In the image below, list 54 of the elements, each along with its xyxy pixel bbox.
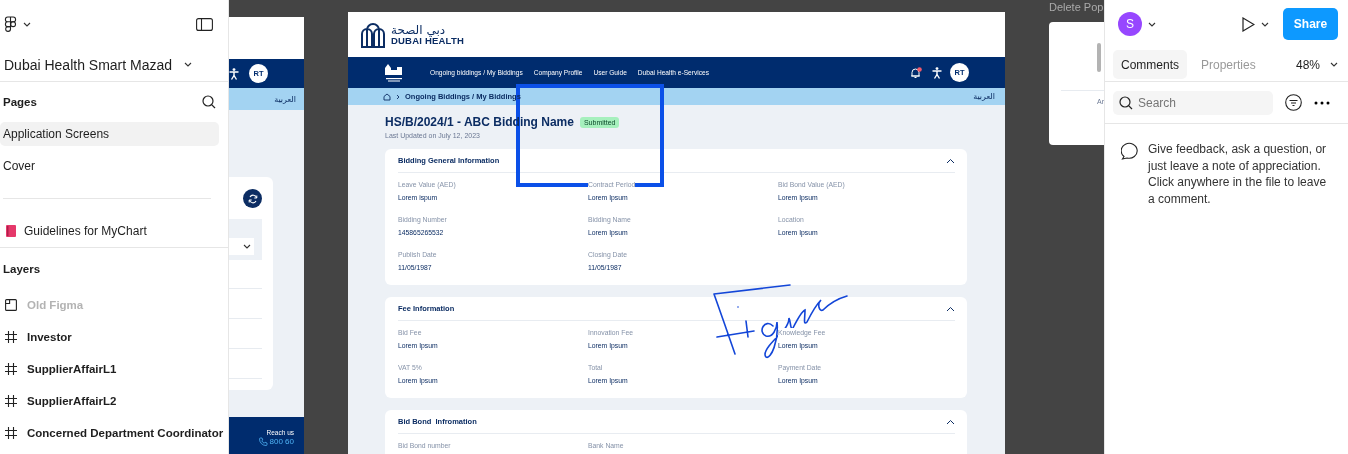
scrollbar-thumb[interactable] xyxy=(1097,43,1101,72)
file-title[interactable]: Dubai Health Smart Mazad xyxy=(4,56,173,73)
refresh-button[interactable] xyxy=(243,189,262,208)
frame-icon xyxy=(5,427,17,439)
search-field[interactable]: Search xyxy=(1113,90,1273,115)
dropdown-field[interactable] xyxy=(229,238,254,255)
accessibility-icon[interactable] xyxy=(229,67,239,80)
frame-icon xyxy=(5,363,17,375)
caret-icon xyxy=(184,62,193,67)
caret-icon xyxy=(1330,62,1338,67)
empty-comments-message: Give feedback, ask a question, or just leave a note of appreciation. Click anywhere in the file to leave a comment. xyxy=(1148,141,1328,207)
notification-bell-icon[interactable] xyxy=(910,66,922,79)
chevron-down-icon xyxy=(243,244,251,249)
frame-label[interactable]: Delete Pop xyxy=(1049,1,1104,13)
frame-icon xyxy=(5,331,17,343)
panel-tab[interactable]: Comments xyxy=(1113,50,1187,79)
layer-item[interactable]: Concerned Department Coordinator xyxy=(27,427,224,439)
caret-icon xyxy=(1148,21,1156,27)
comment-bubble-icon xyxy=(1121,141,1140,160)
panel-toggle-icon[interactable] xyxy=(196,17,213,31)
layers-heading: Layers xyxy=(3,262,41,275)
filter-icon[interactable] xyxy=(1285,94,1302,111)
book-icon xyxy=(6,225,16,237)
chevron-up-icon[interactable] xyxy=(946,418,955,425)
layer-item[interactable]: Investor xyxy=(27,331,72,343)
chevron-right-icon xyxy=(396,93,400,100)
logo-arabic-text: دبي الصحة xyxy=(391,23,447,36)
frame-icon xyxy=(5,395,17,407)
buildings-logo-icon xyxy=(383,62,405,83)
play-icon[interactable] xyxy=(1242,16,1255,32)
arches-logo-icon xyxy=(360,21,386,48)
phone-number[interactable]: 800 60 xyxy=(269,436,294,446)
pages-heading: Pages xyxy=(3,96,37,108)
layer-item[interactable]: SupplierAffairL2 xyxy=(27,395,117,407)
home-icon[interactable] xyxy=(383,92,391,101)
caret-icon xyxy=(23,21,31,27)
caret-icon xyxy=(1261,21,1269,27)
layer-item[interactable]: SupplierAffairL1 xyxy=(27,363,117,375)
page-item[interactable]: Application Screens xyxy=(0,122,219,146)
search-icon[interactable] xyxy=(202,95,216,109)
language-link[interactable]: العربية xyxy=(274,94,296,104)
user-avatar[interactable]: S xyxy=(1118,12,1142,36)
more-icon[interactable] xyxy=(1314,100,1330,105)
section-icon xyxy=(5,299,17,311)
figma-menu-icon[interactable] xyxy=(4,16,17,32)
phone-icon xyxy=(258,436,268,446)
page-item[interactable]: Cover xyxy=(0,154,219,178)
page-item[interactable]: Guidelines for MyChart xyxy=(24,224,147,238)
language-link[interactable]: العربية xyxy=(973,92,995,101)
chevron-up-icon[interactable] xyxy=(946,305,955,312)
accessibility-icon[interactable] xyxy=(932,66,942,79)
refresh-icon xyxy=(247,193,258,204)
zoom-level[interactable]: 48% xyxy=(1295,57,1320,72)
chevron-up-icon[interactable] xyxy=(946,157,955,164)
